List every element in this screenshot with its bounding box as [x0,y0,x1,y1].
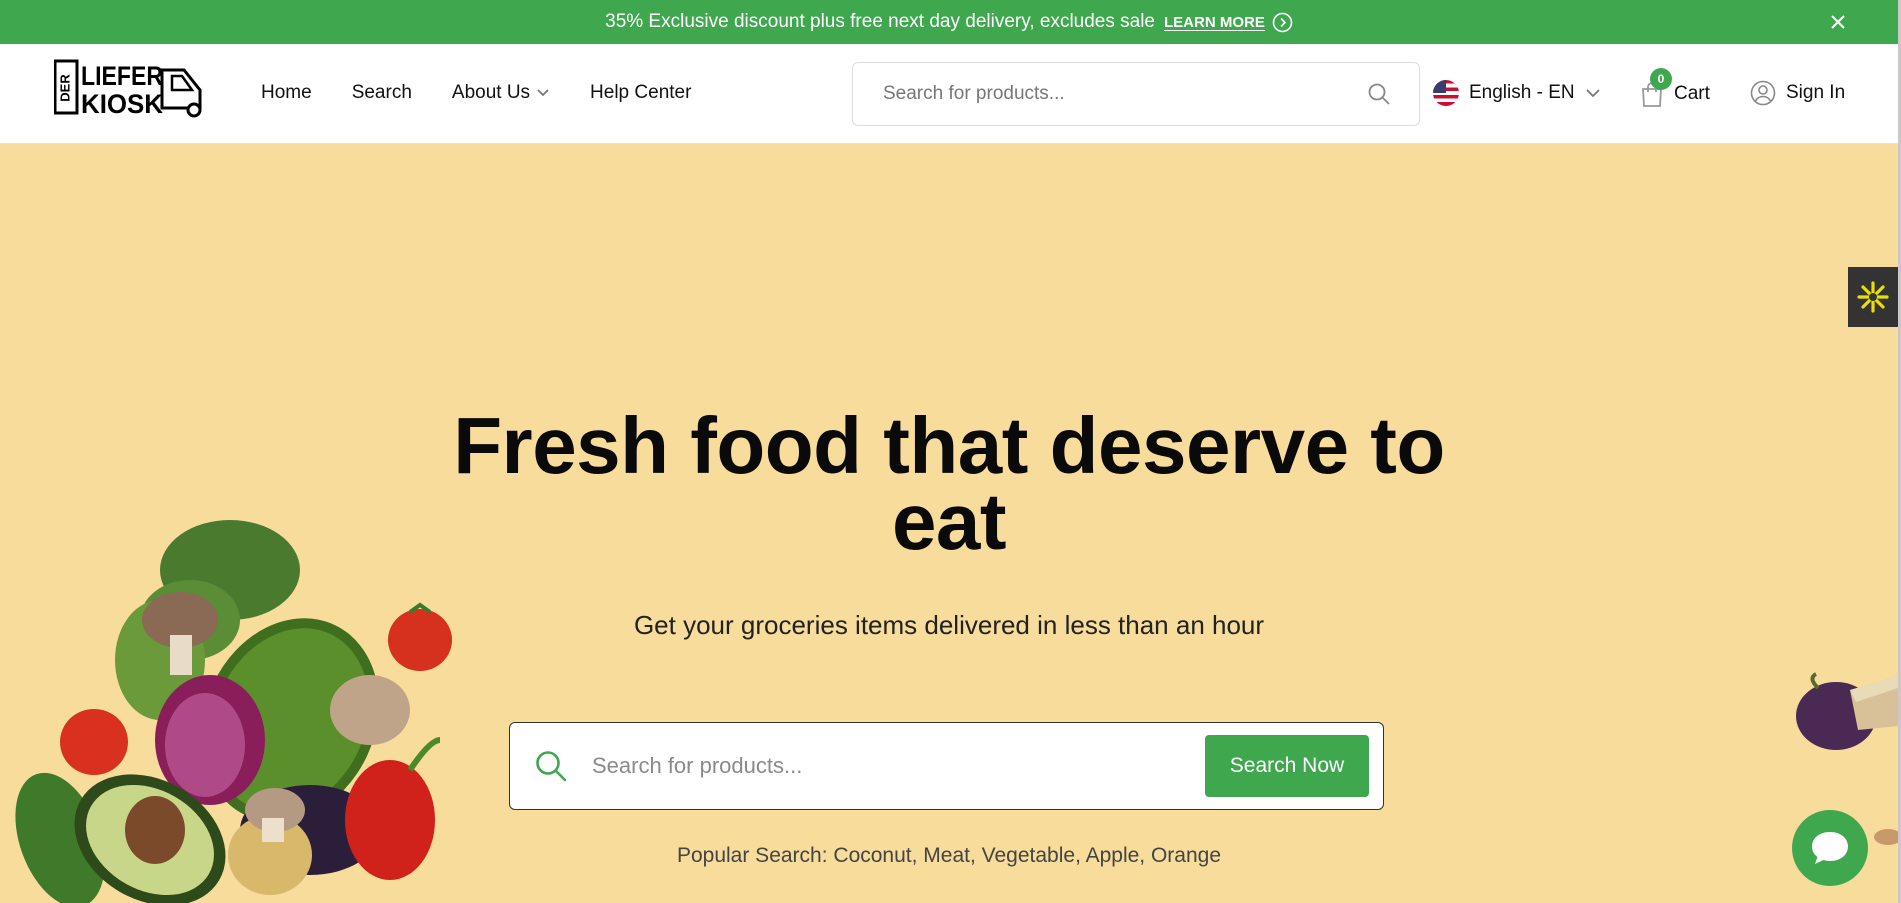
language-selector[interactable]: English - EN [1433,80,1601,106]
cart-count-badge: 0 [1650,68,1672,90]
nav-about-us[interactable]: About Us [452,82,550,104]
nav-search-label: Search [351,82,412,103]
cart-button[interactable]: 0 Cart [1638,68,1710,108]
arrow-circle-icon[interactable] [1272,12,1293,33]
hero-search-box: Search Now [509,722,1384,810]
hero-subtitle: Get your groceries items delivered in le… [633,610,1265,640]
sign-in-button[interactable]: Sign In [1750,80,1845,106]
nav-search[interactable]: Search [352,82,412,104]
logo[interactable]: DER LIEFER KIOSK [53,58,206,119]
chat-button[interactable] [1792,810,1868,886]
hero-search-input[interactable] [592,753,1205,779]
asterisk-icon [1857,281,1889,313]
chevron-down-icon [1585,89,1600,98]
announcement-text: 35% Exclusive discount plus free next da… [605,11,1156,32]
header-search-box [852,62,1420,126]
user-icon [1750,80,1776,106]
nav-home-label: Home [261,82,312,103]
announcement-bar: 35% Exclusive discount plus free next da… [0,0,1898,44]
popular-search: Popular Search: Coconut, Meat, Vegetable… [0,844,1898,868]
hero-title: Fresh food that deserve to eat [0,401,1898,566]
search-icon [536,751,567,782]
cart-label: Cart [1674,83,1710,104]
language-label: English - EN [1469,82,1575,103]
us-flag-icon [1433,80,1459,106]
learn-more-link[interactable]: LEARN MORE [1164,14,1265,31]
shopping-bag-icon: 0 [1638,68,1672,108]
header-search-input[interactable] [883,83,1367,105]
nav-home[interactable]: Home [261,82,312,104]
nut-image [1874,829,1898,845]
svg-text:LIEFER: LIEFER [81,61,163,91]
sign-in-label: Sign In [1786,82,1846,103]
nav-help-center-label: Help Center [590,82,692,103]
close-announcement-icon[interactable] [1826,10,1850,34]
site-header: DER LIEFER KIOSK Home Search About Us He… [0,44,1898,144]
nav-about-us-label: About Us [451,82,531,103]
chevron-down-icon [537,89,549,97]
search-icon[interactable] [1367,82,1391,106]
svg-text:KIOSK: KIOSK [81,89,163,118]
chat-bubble-icon [1812,832,1848,864]
accessibility-widget-button[interactable] [1848,267,1898,327]
hero-title-line-2: eat [891,477,1007,566]
fig-image [1796,672,1898,750]
popular-search-prefix: Popular Search: [676,844,828,867]
hero-title-line-1: Fresh food that deserve to [453,401,1445,490]
nav-help-center[interactable]: Help Center [590,82,691,104]
main-nav: Home Search About Us Help Center [261,82,691,104]
svg-text:DER: DER [57,74,72,102]
popular-search-terms[interactable]: Coconut, Meat, Vegetable, Apple, Orange [833,844,1221,867]
search-now-button[interactable]: Search Now [1205,735,1369,797]
